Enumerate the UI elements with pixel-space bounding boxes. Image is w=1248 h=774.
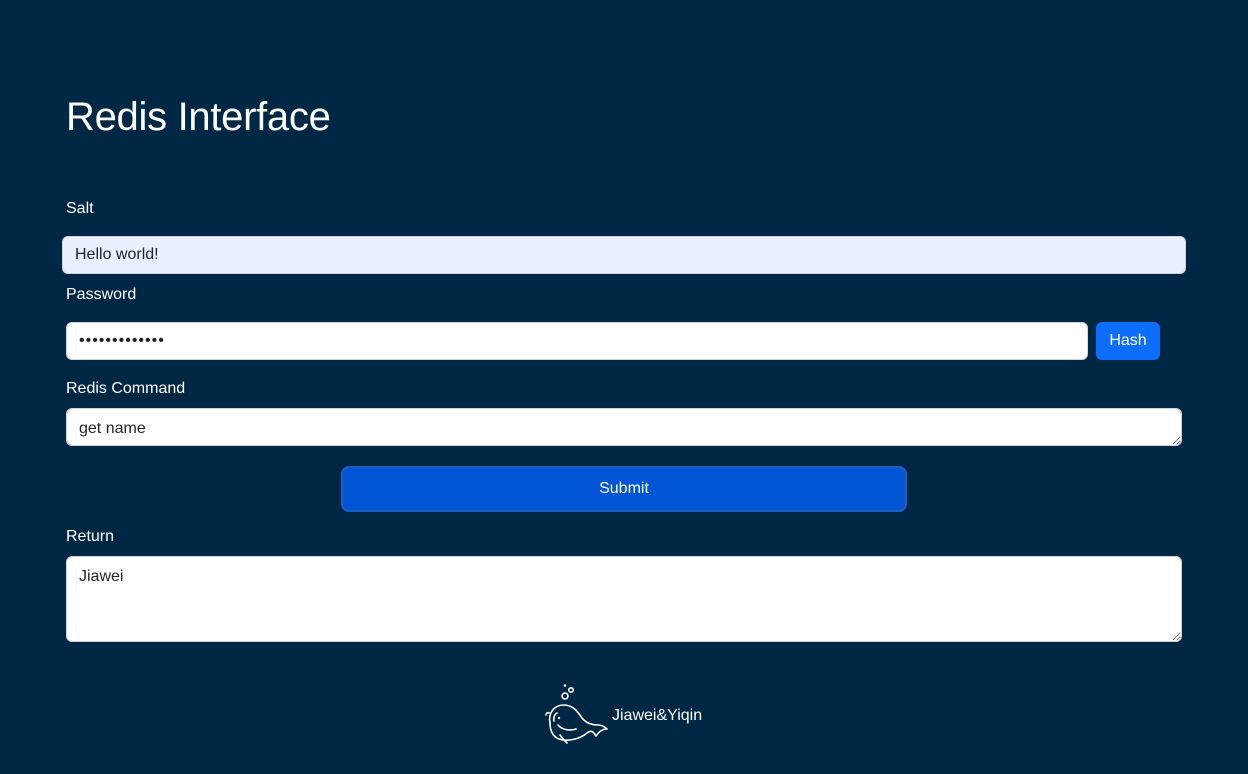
- command-label: Redis Command: [66, 380, 186, 397]
- password-input[interactable]: [66, 322, 1088, 360]
- return-label: Return: [66, 528, 115, 545]
- footer: Jiawei&Yiqin: [544, 682, 702, 746]
- submit-button[interactable]: Submit: [341, 466, 907, 512]
- hash-button[interactable]: Hash: [1096, 322, 1160, 360]
- salt-label: Salt: [66, 200, 94, 217]
- salt-input[interactable]: [62, 236, 1186, 274]
- footer-text: Jiawei&Yiqin: [612, 707, 703, 724]
- password-label: Password: [66, 286, 137, 303]
- redis-command-input[interactable]: [66, 408, 1182, 446]
- whale-icon: [545, 684, 608, 744]
- return-output[interactable]: [66, 556, 1182, 642]
- page-title: Redis Interface: [66, 95, 331, 139]
